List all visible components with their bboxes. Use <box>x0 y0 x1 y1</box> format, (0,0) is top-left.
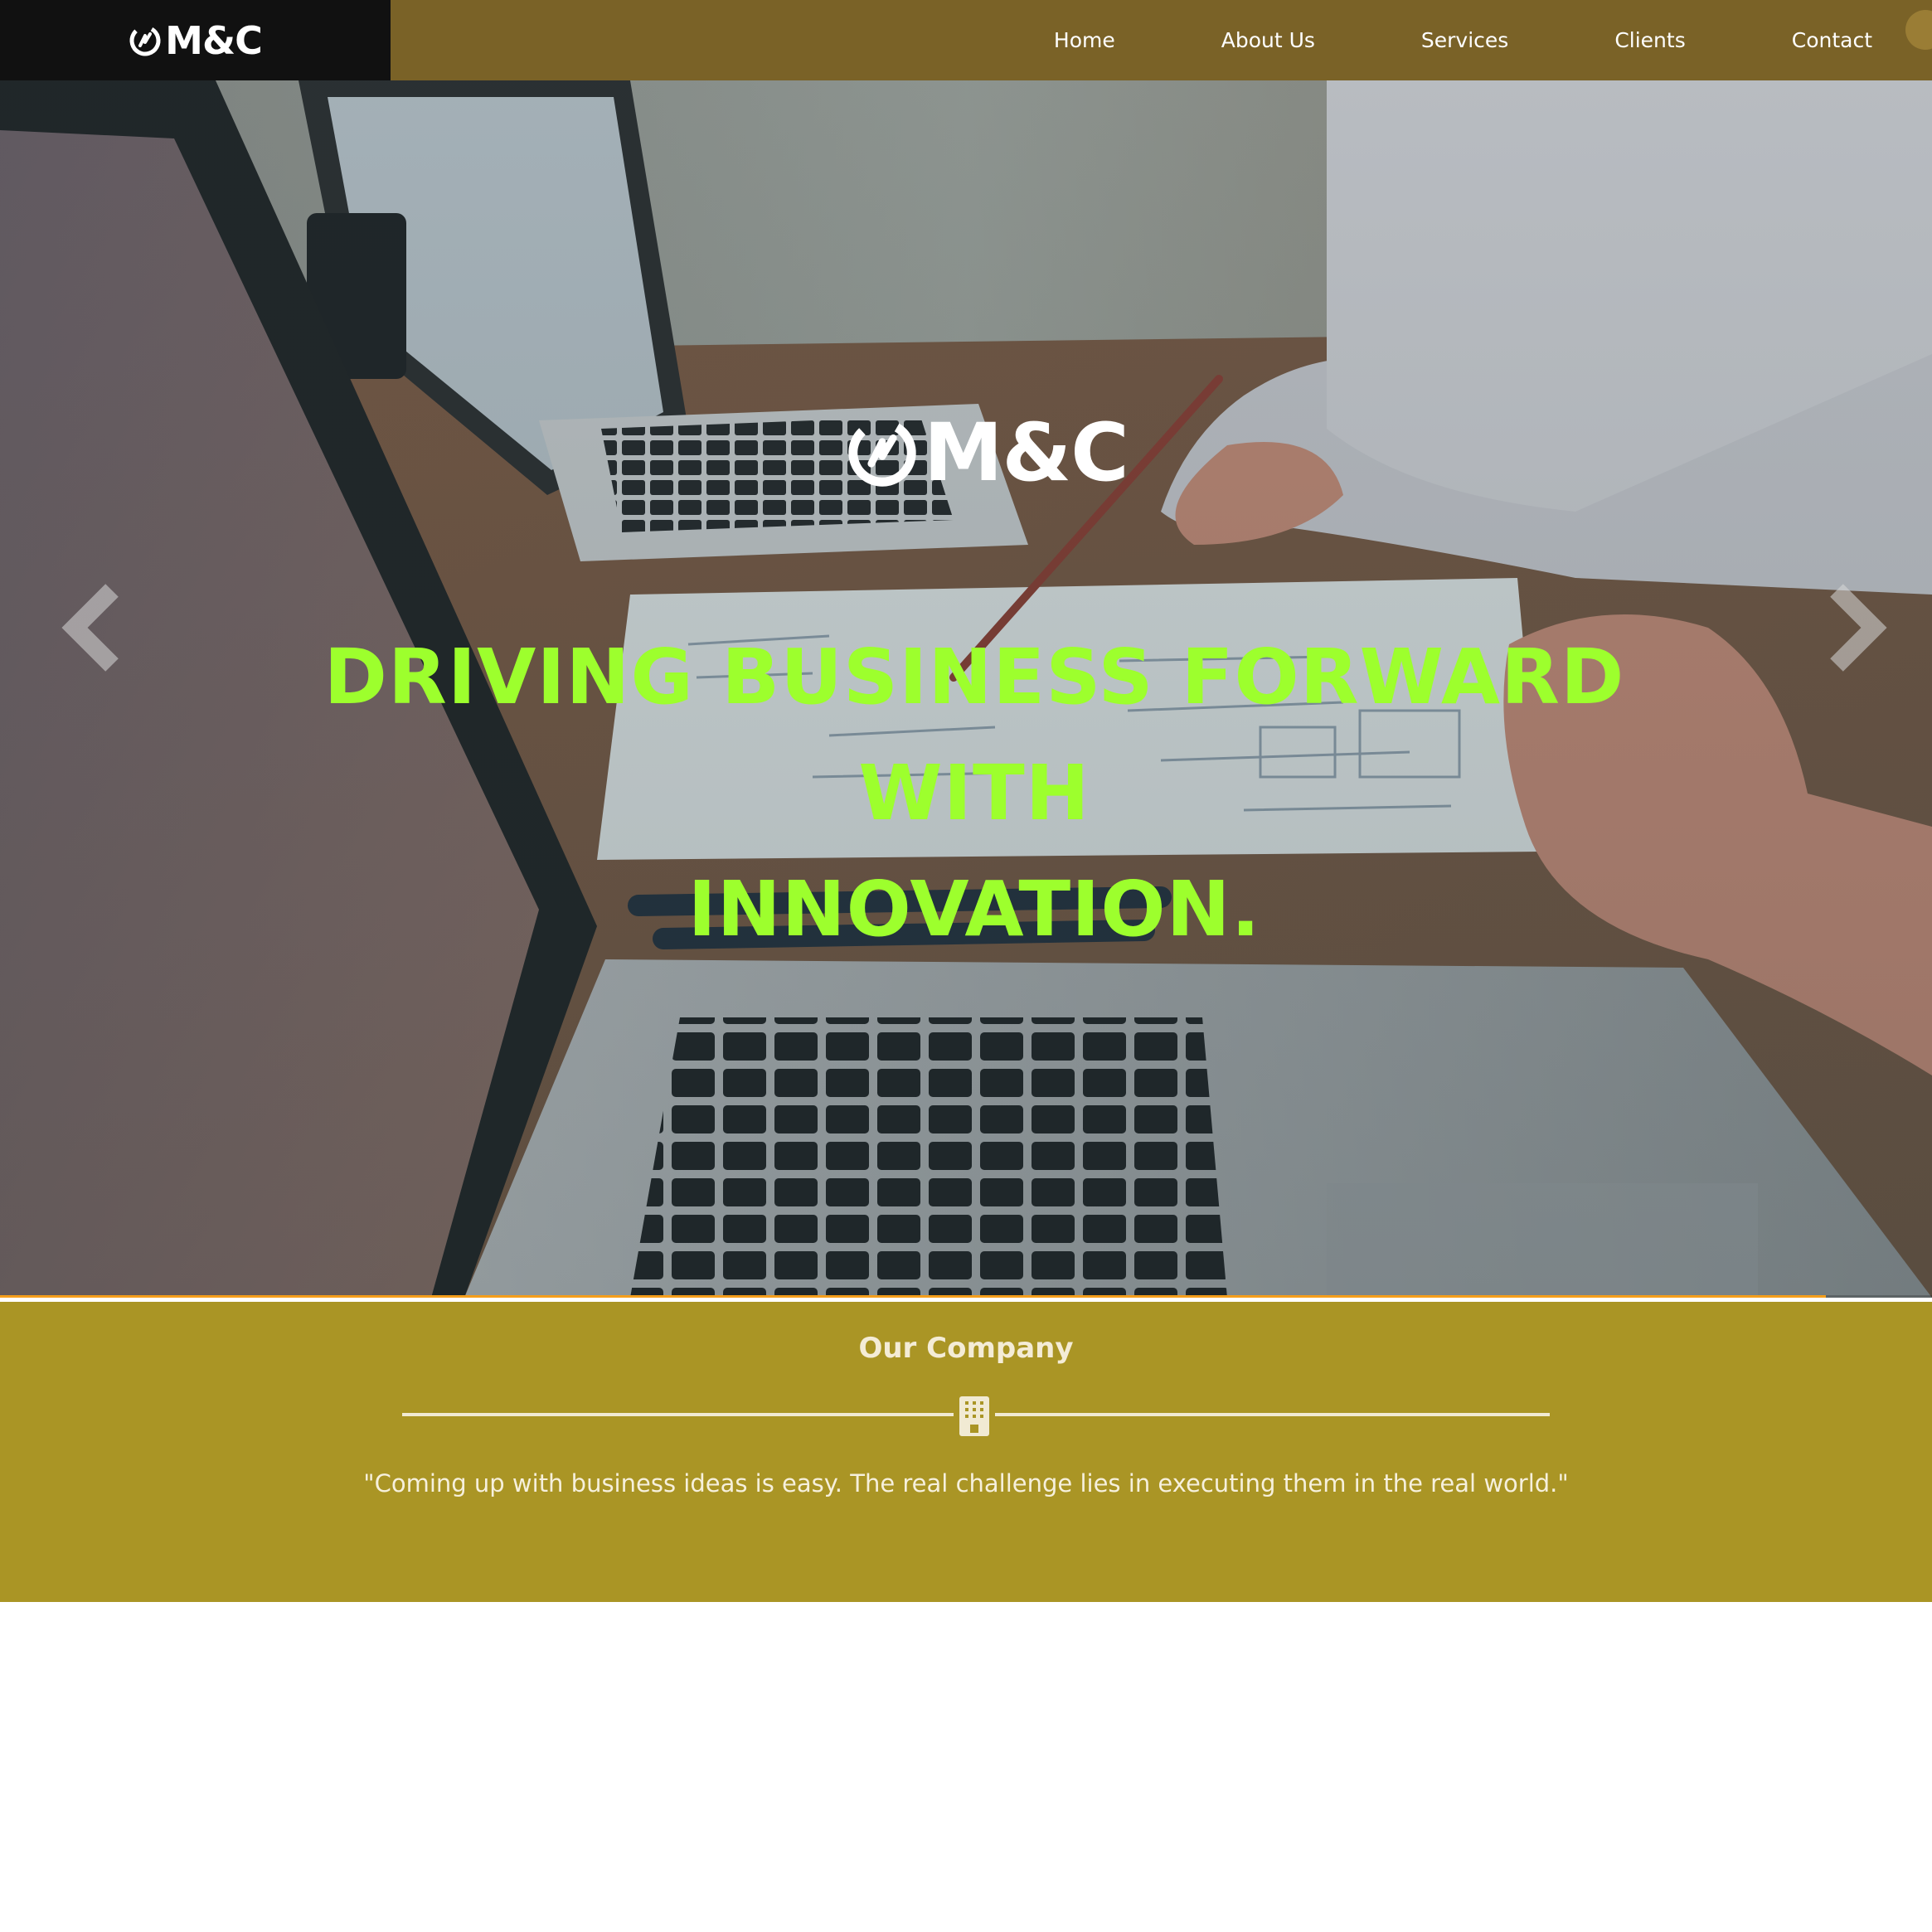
hero-headline: DRIVING BUSINESS FORWARD WITH INNOVATION… <box>207 619 1741 968</box>
hero-logo: M&C <box>846 406 1129 499</box>
nav-services[interactable]: Services <box>1421 28 1508 52</box>
nav-clients[interactable]: Clients <box>1614 28 1685 52</box>
main-nav: Home About Us Services Clients Contact <box>948 0 1932 80</box>
building-icon <box>959 1396 989 1436</box>
company-section: Our Company "Coming up with business ide… <box>0 1302 1932 1602</box>
brand-logo: M&C <box>129 17 263 63</box>
divider-line-right <box>995 1413 1550 1416</box>
nav-home[interactable]: Home <box>1054 28 1115 52</box>
logo-mark-icon <box>129 25 161 56</box>
hero-logo-text: M&C <box>924 406 1129 499</box>
company-quote: "Coming up with business ideas is easy. … <box>363 1469 1569 1498</box>
section-title: Our Company <box>858 1332 1074 1365</box>
nav-contact[interactable]: Contact <box>1792 28 1872 52</box>
hero-headline-line-1: DRIVING BUSINESS FORWARD WITH <box>323 633 1625 837</box>
chevron-left-icon[interactable] <box>58 578 133 677</box>
slide-progress-fill <box>0 1295 1826 1298</box>
hero-headline-line-2: INNOVATION. <box>687 865 1261 954</box>
brand-logo-link[interactable]: M&C <box>0 0 391 80</box>
nav-about-us[interactable]: About Us <box>1221 28 1315 52</box>
hero-carousel: M&C DRIVING BUSINESS FORWARD WITH INNOVA… <box>0 80 1932 1298</box>
slide-progress-bar <box>0 1295 1932 1298</box>
logo-mark-icon <box>848 419 916 487</box>
chevron-right-icon[interactable] <box>1816 578 1891 677</box>
brand-name: M&C <box>165 17 263 63</box>
navbar: M&C Home About Us Services Clients Conta… <box>0 0 1932 80</box>
divider-line-left <box>402 1413 954 1416</box>
